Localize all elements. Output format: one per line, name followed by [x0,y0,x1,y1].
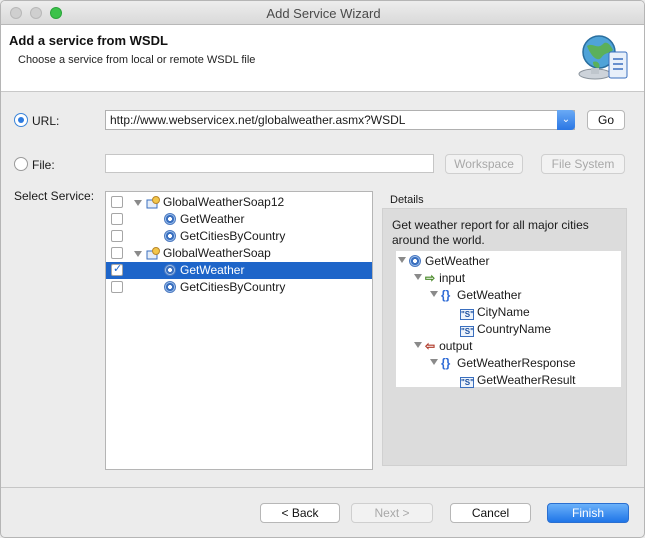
details-description: Get weather report for all major cities … [392,218,589,247]
string-type-icon: "S" [460,326,474,337]
details-label: Details [390,194,424,206]
chevron-down-icon[interactable]: ⌄ [557,110,575,130]
file-label: File: [32,158,55,172]
operation-label: GetCitiesByCountry [180,280,286,294]
details-node-string[interactable]: "S" CountryName [460,321,551,337]
gear-icon [164,281,176,293]
node-label: CityName [477,305,530,319]
file-path-field[interactable] [105,154,434,173]
next-button[interactable]: Next > [351,503,433,523]
details-node-operation[interactable]: GetWeather [398,253,489,269]
expand-triangle-icon[interactable] [134,251,142,257]
gear-icon [164,264,176,276]
details-node-string[interactable]: "S" GetWeatherResult [460,372,576,388]
service-icon [146,196,160,209]
string-type-icon: "S" [460,377,474,388]
url-radio[interactable] [14,113,28,127]
tree-row-operation-selected[interactable]: GetWeather [106,262,372,279]
details-node-struct[interactable]: {} GetWeather [430,287,521,303]
details-node-string[interactable]: "S" CityName [460,304,530,320]
expand-triangle-icon[interactable] [414,342,422,348]
braces-icon: {} [441,288,451,302]
file-system-button[interactable]: File System [541,154,625,174]
expand-triangle-icon[interactable] [134,200,142,206]
gear-icon [164,230,176,242]
service-label: GlobalWeatherSoap12 [163,195,285,209]
operation-label: GetCitiesByCountry [180,229,286,243]
input-arrow-icon: ⇨ [425,271,436,285]
service-icon [146,247,160,260]
tree-row-operation[interactable]: GetWeather [106,211,372,228]
window-title: Add Service Wizard [266,6,381,21]
node-label: GetWeather [425,254,490,268]
details-node-input[interactable]: ⇨ input [414,270,465,286]
wizard-header: Add a service from WSDL Choose a service… [1,25,644,92]
cancel-button[interactable]: Cancel [450,503,531,523]
service-tree[interactable]: GlobalWeatherSoap12 GetWeather GetCities… [105,191,373,470]
details-node-struct[interactable]: {} GetWeatherResponse [430,355,576,371]
node-label: CountryName [477,322,552,336]
wizard-window: Add Service Wizard Add a service from WS… [0,0,645,538]
file-radio[interactable] [14,157,28,171]
operation-checkbox[interactable] [111,230,123,242]
gear-icon [164,213,176,225]
select-service-label: Select Service: [14,189,95,203]
string-type-icon: "S" [460,309,474,320]
node-label: GetWeather [457,288,522,302]
tree-row-service[interactable]: GlobalWeatherSoap12 [106,194,372,211]
details-panel: Get weather report for all major cities … [382,208,627,466]
operation-checkbox[interactable] [111,262,123,276]
page-title: Add a service from WSDL [9,33,168,48]
operation-checkbox[interactable] [111,281,123,293]
node-label: output [439,339,473,353]
back-button[interactable]: < Back [260,503,340,523]
tree-row-operation[interactable]: GetCitiesByCountry [106,279,372,296]
operation-checkbox[interactable] [111,213,123,225]
gear-icon [409,255,421,267]
title-bar: Add Service Wizard [1,1,644,25]
workspace-button[interactable]: Workspace [445,154,523,174]
page-subtitle: Choose a service from local or remote WS… [18,54,256,66]
service-checkbox[interactable] [111,247,123,259]
finish-button[interactable]: Finish [547,503,629,523]
output-arrow-icon: ⇦ [425,339,436,353]
node-label: GetWeatherResult [477,373,576,387]
operation-label: GetWeather [180,212,245,226]
node-label: input [439,271,466,285]
node-label: GetWeatherResponse [457,356,576,370]
url-combobox[interactable]: http://www.webservicex.net/globalweather… [105,110,575,130]
expand-triangle-icon[interactable] [430,291,438,297]
expand-triangle-icon[interactable] [414,274,422,280]
service-checkbox[interactable] [111,196,123,208]
operation-label: GetWeather [180,263,245,277]
go-button[interactable]: Go [587,110,625,130]
tree-row-operation[interactable]: GetCitiesByCountry [106,228,372,245]
service-label: GlobalWeatherSoap [163,246,271,260]
globe-service-icon [578,35,628,80]
footer-divider [1,487,644,488]
tree-row-service[interactable]: GlobalWeatherSoap [106,245,372,262]
details-node-output[interactable]: ⇦ output [414,338,472,354]
braces-icon: {} [441,356,451,370]
details-tree[interactable]: GetWeather ⇨ input {} GetWeather "S" CityNa… [396,251,621,388]
url-label: URL: [32,114,60,128]
expand-triangle-icon[interactable] [430,359,438,365]
expand-triangle-icon[interactable] [398,257,406,263]
